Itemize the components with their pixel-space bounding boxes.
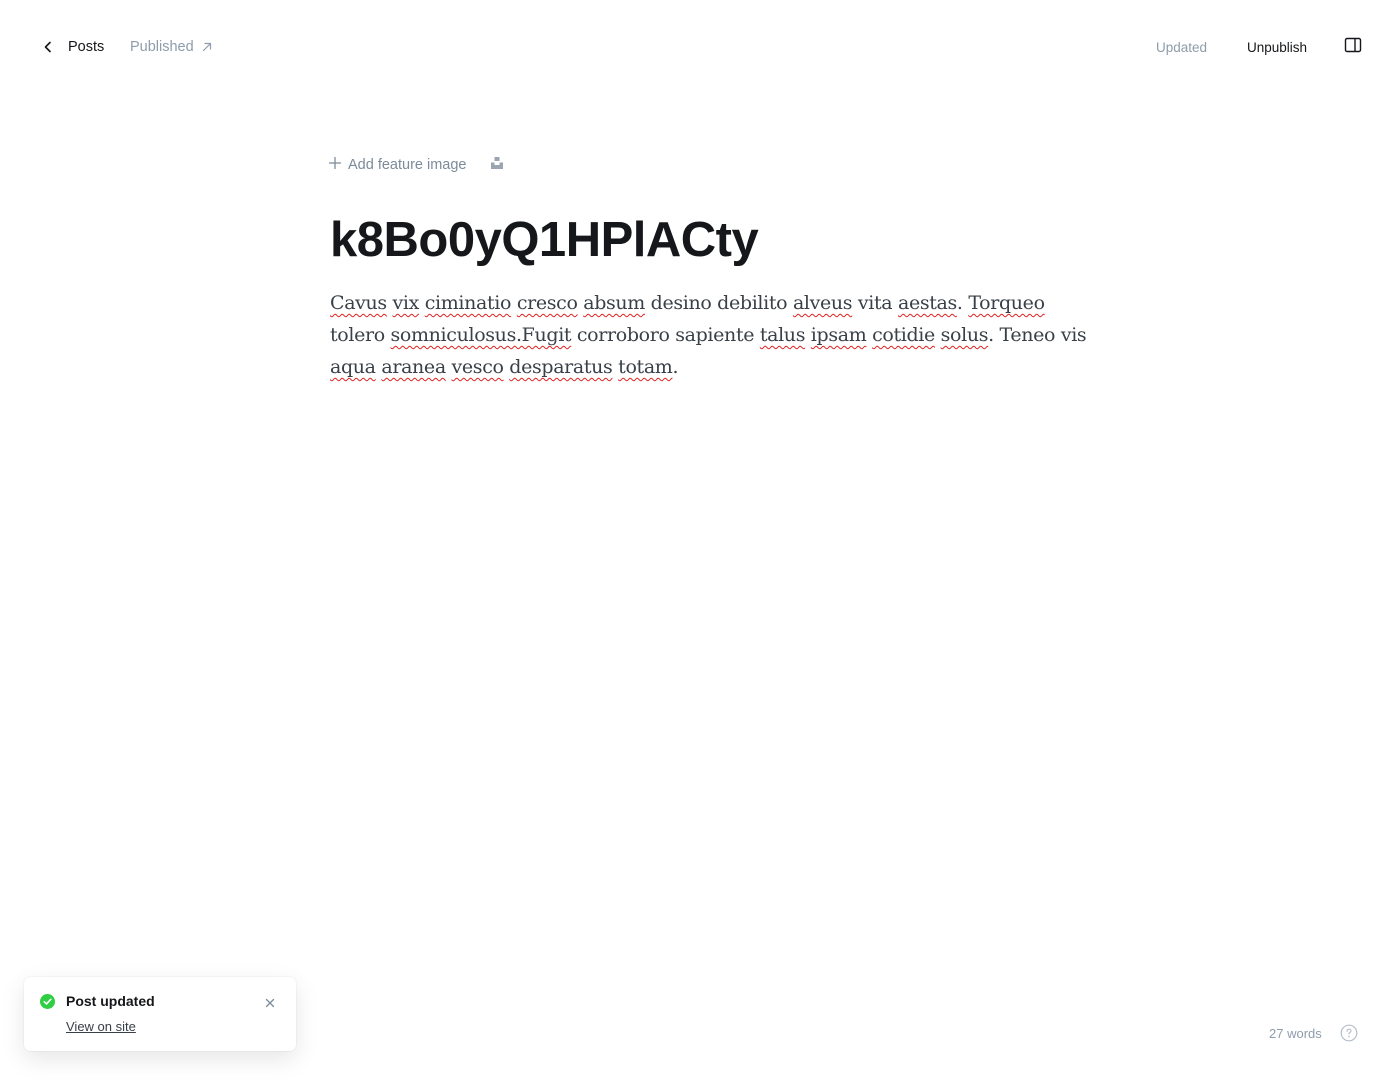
post-status-label: Published <box>130 39 194 55</box>
misspelled-word: talus <box>759 324 806 346</box>
body-text: desino debilito <box>644 292 793 314</box>
misspelled-word: desparatus <box>509 356 613 378</box>
body-text: corroboro sapiente <box>571 324 760 346</box>
notification-toast: Post updated View on site <box>24 977 296 1051</box>
word-count: 27 words <box>1269 1025 1322 1041</box>
view-on-site-link[interactable]: View on site <box>66 1019 136 1034</box>
misspelled-word: cresco <box>516 292 578 314</box>
back-to-posts-link[interactable]: Posts <box>40 36 104 58</box>
sidebar-toggle-button[interactable] <box>1343 37 1363 57</box>
misspelled-word: absum <box>583 292 645 314</box>
sidebar-toggle-icon <box>1344 37 1362 58</box>
back-label: Posts <box>68 39 105 55</box>
misspelled-word: vesco <box>451 356 504 378</box>
question-circle-icon[interactable] <box>1340 1024 1358 1042</box>
body-text: . <box>956 292 969 314</box>
add-feature-image-button[interactable]: Add feature image <box>328 156 467 175</box>
body-text: tolero <box>330 324 391 346</box>
misspelled-word: aranea <box>381 356 446 378</box>
post-title[interactable]: k8Bo0yQ1HPlACty <box>330 208 1090 272</box>
check-circle-icon <box>40 994 55 1009</box>
misspelled-word: aestas <box>897 292 957 314</box>
body-text: . Teneo vis <box>988 324 1087 346</box>
close-icon[interactable] <box>264 996 276 1008</box>
misspelled-word: cotidie <box>872 324 935 346</box>
plus-icon <box>328 156 342 175</box>
misspelled-word: solus <box>940 324 989 346</box>
body-text: vita <box>852 292 898 314</box>
misspelled-word: totam <box>618 356 673 378</box>
unsplash-icon <box>490 156 504 175</box>
post-body[interactable]: Cavus vix ciminatio cresco absum desino … <box>330 287 1090 383</box>
arrow-up-right-icon <box>194 41 213 53</box>
post-status-link[interactable]: Published <box>130 36 213 58</box>
add-feature-image-label: Add feature image <box>348 157 467 173</box>
save-status: Updated <box>1156 39 1208 55</box>
misspelled-word: somniculosus.Fugit <box>390 324 572 346</box>
feature-image-controls: Add feature image <box>328 154 504 176</box>
misspelled-word: aqua <box>330 356 376 378</box>
unsplash-button[interactable] <box>490 156 504 175</box>
misspelled-word: Cavus <box>330 292 387 314</box>
misspelled-word: Torqueo <box>968 292 1045 314</box>
misspelled-word: ciminatio <box>424 292 512 314</box>
editor-header: Posts Published Updated Unpublish <box>0 0 1400 94</box>
misspelled-word: vix <box>392 292 420 314</box>
misspelled-word: alveus <box>792 292 853 314</box>
misspelled-word: ipsam <box>810 324 867 346</box>
unpublish-button[interactable]: Unpublish <box>1247 36 1307 58</box>
chevron-left-icon <box>40 39 56 55</box>
toast-title: Post updated <box>66 993 155 1009</box>
body-text: . <box>672 356 679 378</box>
